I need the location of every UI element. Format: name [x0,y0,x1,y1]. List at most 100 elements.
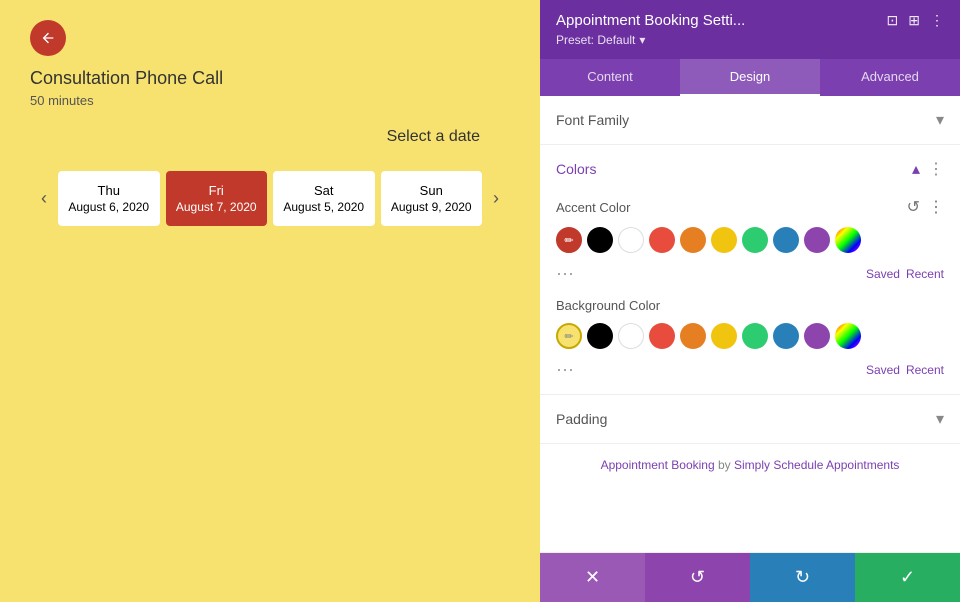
cancel-icon: ✕ [585,567,600,588]
accent-dots-icon[interactable]: ··· [556,263,574,284]
colors-section: Colors ▴ ⋮ Accent Color ↺ ⋮ [540,145,960,395]
date-cells: Thu August 6, 2020 Fri August 7, 2020 Sa… [58,171,482,226]
bg-black-swatch[interactable] [587,323,613,349]
accent-saved-btn[interactable]: Saved [866,267,900,281]
bg-color-label-row: Background Color [556,298,944,313]
responsive-icon[interactable]: ⊡ [887,12,899,29]
panel-title: Appointment Booking Setti... [556,12,745,29]
simply-schedule-link[interactable]: Simply Schedule Appointments [734,458,899,472]
attribution-by: by [718,458,734,472]
font-family-section: Font Family ▾ [540,96,960,145]
colors-header[interactable]: Colors ▴ ⋮ [540,145,960,193]
bg-yellow-swatch[interactable] [711,323,737,349]
bg-purple-swatch[interactable] [804,323,830,349]
more-options-icon[interactable]: ⋮ [930,12,944,29]
day-sun: Sun [389,183,475,198]
attribution: Appointment Booking by Simply Schedule A… [540,444,960,486]
accent-color-swatches: ✏ [556,227,944,253]
accent-black-swatch[interactable] [587,227,613,253]
consultation-duration: 50 minutes [30,93,510,108]
bg-green-swatch[interactable] [742,323,768,349]
accent-more-icon[interactable]: ⋮ [928,197,944,217]
cancel-button[interactable]: ✕ [540,553,645,602]
panel-content: Font Family ▾ Colors ▴ ⋮ Accent Color ↺ [540,96,960,552]
bg-pencil-icon: ✏ [564,330,573,343]
date-cell-sun[interactable]: Sun August 9, 2020 [381,171,483,226]
back-arrow-icon [40,30,56,46]
accent-gradient-swatch[interactable] [835,227,861,253]
colors-chevron: ▴ [912,159,920,179]
redo-button[interactable]: ↻ [750,553,855,602]
accent-white-swatch[interactable] [618,227,644,253]
bg-red-swatch[interactable] [649,323,675,349]
day-thu: Thu [66,183,152,198]
accent-color-label: Accent Color [556,200,630,215]
day-fri: Fri [174,183,260,198]
tab-content[interactable]: Content [540,59,680,96]
bg-white-swatch[interactable] [618,323,644,349]
calendar-navigation: ‹ Thu August 6, 2020 Fri August 7, 2020 … [30,158,510,238]
panel-toolbar: ✕ ↺ ↻ ✓ [540,552,960,602]
undo-button[interactable]: ↺ [645,553,750,602]
date-cell-thu[interactable]: Thu August 6, 2020 [58,171,160,226]
bg-blue-swatch[interactable] [773,323,799,349]
accent-purple-swatch[interactable] [804,227,830,253]
font-family-chevron: ▾ [936,110,944,130]
next-arrow[interactable]: › [482,158,510,238]
date-cell-fri[interactable]: Fri August 7, 2020 [166,171,268,226]
grid-icon[interactable]: ⊞ [908,12,920,29]
accent-green-swatch[interactable] [742,227,768,253]
colors-body: Accent Color ↺ ⋮ ✏ [540,193,960,394]
date-aug7: August 7, 2020 [174,200,260,214]
accent-orange-swatch[interactable] [680,227,706,253]
bg-custom-swatch[interactable]: ✏ [556,323,582,349]
colors-more-icon[interactable]: ⋮ [928,159,944,179]
panel-header-top: Appointment Booking Setti... ⊡ ⊞ ⋮ [556,12,944,29]
tab-design[interactable]: Design [680,59,820,96]
font-family-title: Font Family [556,112,629,128]
panel-header: Appointment Booking Setti... ⊡ ⊞ ⋮ Prese… [540,0,960,59]
accent-recent-btn[interactable]: Recent [906,267,944,281]
appointment-booking-link[interactable]: Appointment Booking [601,458,715,472]
accent-color-icons: ↺ ⋮ [907,197,944,217]
tab-advanced[interactable]: Advanced [820,59,960,96]
panel-tabs: Content Design Advanced [540,59,960,96]
date-aug6: August 6, 2020 [66,200,152,214]
bg-saved-btn[interactable]: Saved [866,363,900,377]
select-date-label: Select a date [30,128,480,146]
bg-gradient-swatch[interactable] [835,323,861,349]
day-sat: Sat [281,183,367,198]
redo-icon: ↻ [795,567,810,588]
accent-red-swatch[interactable] [649,227,675,253]
accent-blue-swatch[interactable] [773,227,799,253]
panel-header-icons: ⊡ ⊞ ⋮ [887,12,944,29]
accent-reset-icon[interactable]: ↺ [907,197,920,217]
accent-custom-swatch[interactable]: ✏ [556,227,582,253]
back-button[interactable] [30,20,66,56]
pencil-icon: ✏ [564,234,573,247]
calendar-panel: Consultation Phone Call 50 minutes Selec… [0,0,540,602]
bg-color-swatches: ✏ [556,323,944,349]
prev-arrow[interactable]: ‹ [30,158,58,238]
date-aug9: August 9, 2020 [389,200,475,214]
bg-orange-swatch[interactable] [680,323,706,349]
consultation-title: Consultation Phone Call [30,68,510,89]
preset-label[interactable]: Preset: Default ▾ [556,33,944,47]
colors-title: Colors [556,161,596,177]
accent-saved-recent: ··· Saved Recent [556,261,944,284]
padding-header[interactable]: Padding ▾ [540,395,960,443]
date-aug5: August 5, 2020 [281,200,367,214]
save-button[interactable]: ✓ [855,553,960,602]
date-cell-sat[interactable]: Sat August 5, 2020 [273,171,375,226]
accent-yellow-swatch[interactable] [711,227,737,253]
padding-section: Padding ▾ [540,395,960,444]
padding-title: Padding [556,411,607,427]
bg-dots-icon[interactable]: ··· [556,359,574,380]
accent-color-label-row: Accent Color ↺ ⋮ [556,197,944,217]
bg-color-label: Background Color [556,298,660,313]
settings-panel: Appointment Booking Setti... ⊡ ⊞ ⋮ Prese… [540,0,960,602]
bg-saved-recent: ··· Saved Recent [556,357,944,380]
font-family-header[interactable]: Font Family ▾ [540,96,960,144]
padding-chevron: ▾ [936,409,944,429]
bg-recent-btn[interactable]: Recent [906,363,944,377]
